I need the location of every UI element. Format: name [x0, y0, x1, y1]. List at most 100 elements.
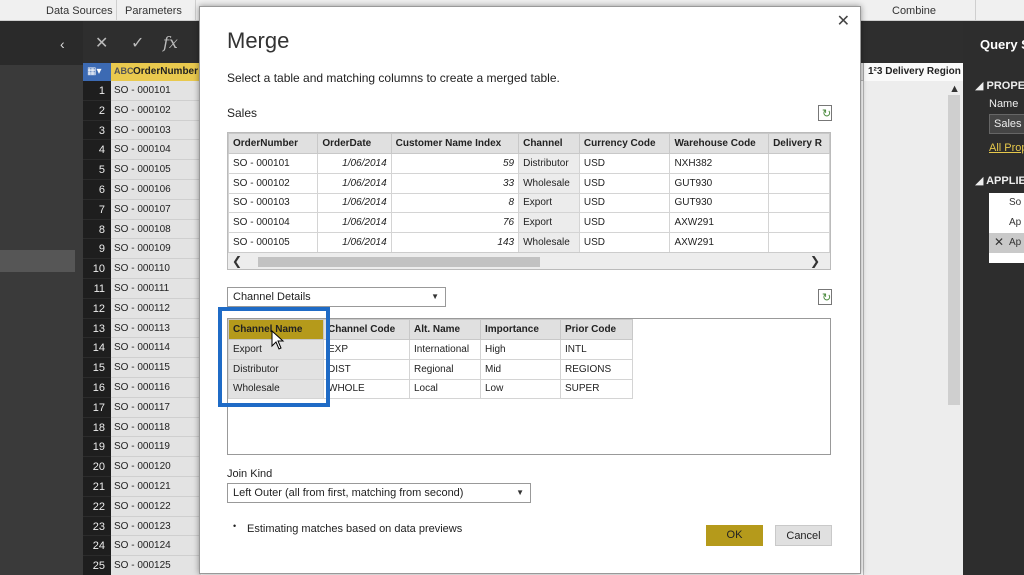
grid-cell[interactable]: SO - 000117: [111, 397, 201, 418]
table-cell: USD: [578, 232, 671, 253]
table-cell: 1/06/2014: [317, 172, 392, 194]
table-row: SO - 000103 1/06/2014 8 Export USD GUT930: [228, 192, 830, 214]
preview-column-header[interactable]: Warehouse Code: [669, 133, 770, 154]
ok-button[interactable]: OK: [706, 525, 763, 546]
table-cell: USD: [578, 172, 671, 194]
scroll-right-icon[interactable]: ❯: [810, 254, 820, 268]
grid-cell[interactable]: SO - 000110: [111, 259, 201, 279]
fx-icon[interactable]: fx: [163, 33, 178, 52]
table-cell: International: [409, 339, 481, 360]
preview-column-header[interactable]: Currency Code: [578, 133, 671, 154]
grid-cell[interactable]: SO - 000124: [111, 536, 201, 557]
preview-column-header[interactable]: Channel: [518, 133, 580, 154]
grid-cell[interactable]: SO - 000115: [111, 358, 201, 378]
info-bullet-icon: •: [233, 521, 237, 531]
table-cell: [768, 172, 830, 194]
second-table-select[interactable]: Channel Details ▼: [227, 287, 446, 307]
grid-cell[interactable]: SO - 000119: [111, 437, 201, 458]
properties-heading: ◢ PROPE: [975, 80, 1024, 92]
cancel-formula-icon[interactable]: ✕: [95, 33, 108, 53]
grid-cell[interactable]: SO - 000106: [111, 179, 201, 200]
preview-column-header[interactable]: Customer Name Index: [390, 133, 520, 154]
step-item[interactable]: So: [989, 193, 1024, 213]
preview-column-header[interactable]: Importance: [480, 319, 561, 340]
data-sources-group[interactable]: Data Sources: [46, 5, 113, 17]
query-name-input[interactable]: Sales: [989, 114, 1024, 134]
grid-cell[interactable]: SO - 000101: [111, 81, 201, 101]
grid-cell[interactable]: SO - 000102: [111, 100, 201, 121]
ribbon-separator: [195, 0, 196, 21]
grid-cell[interactable]: SO - 000103: [111, 120, 201, 141]
scrollbar-thumb[interactable]: [258, 257, 540, 267]
commit-formula-icon[interactable]: ✓: [131, 33, 144, 53]
delete-step-icon[interactable]: ✕: [994, 235, 1004, 249]
grid-cell[interactable]: SO - 000112: [111, 298, 201, 319]
selected-query[interactable]: [0, 250, 75, 272]
scroll-left-icon[interactable]: ❮: [232, 254, 242, 268]
grid-cell[interactable]: SO - 000122: [111, 496, 201, 517]
name-label: Name: [989, 98, 1019, 110]
preview-column-header[interactable]: Prior Code: [560, 319, 633, 340]
grid-cell[interactable]: SO - 000107: [111, 199, 201, 220]
grid-cell[interactable]: SO - 000105: [111, 160, 201, 180]
row-number: 14: [83, 338, 111, 359]
grid-cell[interactable]: SO - 000111: [111, 278, 201, 299]
grid-cell[interactable]: SO - 000120: [111, 457, 201, 477]
ribbon-separator: [975, 0, 976, 21]
table-cell: SO - 000101: [228, 153, 319, 174]
collapse-chevron-icon[interactable]: ‹: [60, 36, 65, 52]
step-item-selected[interactable]: ✕ Ap: [989, 233, 1024, 253]
preview-column-header[interactable]: Alt. Name: [409, 319, 481, 340]
table-menu-icon[interactable]: ▦▾: [83, 63, 111, 81]
table-row: SO - 000105 1/06/2014 143 Wholesale USD AXW29…: [228, 232, 830, 253]
ordernumber-column: SO - 000101 SO - 000102 SO - 000103 SO - 00…: [111, 81, 201, 575]
join-kind-select[interactable]: Left Outer (all from first, matching fro…: [227, 483, 531, 503]
table-cell: [768, 153, 830, 174]
table-cell: 1/06/2014: [317, 212, 392, 234]
grid-cell[interactable]: SO - 000113: [111, 318, 201, 339]
table-cell: SO - 000104: [228, 212, 319, 234]
grid-cell[interactable]: SO - 000114: [111, 338, 201, 359]
query-settings-pane: Query S ◢ PROPE Name Sales All Prop ◢ AP…: [963, 21, 1024, 575]
step-item[interactable]: Ap: [989, 213, 1024, 233]
grid-cell[interactable]: SO - 000116: [111, 377, 201, 398]
first-table-label: Sales: [227, 106, 258, 120]
column-header-delivery-region[interactable]: 1²3 Delivery Region: [863, 63, 963, 81]
vertical-scrollbar[interactable]: [948, 95, 960, 405]
first-table-preview: OrderNumber OrderDate Customer Name Index C…: [227, 132, 831, 270]
grid-cell[interactable]: SO - 000118: [111, 417, 201, 438]
cancel-button[interactable]: Cancel: [775, 525, 832, 546]
grid-cell[interactable]: SO - 000104: [111, 140, 201, 161]
horizontal-scrollbar[interactable]: ❮ ❯: [228, 252, 830, 269]
grid-cell[interactable]: SO - 000109: [111, 239, 201, 260]
grid-right-area: ▲: [863, 81, 963, 575]
refresh-preview-icon[interactable]: [818, 105, 832, 121]
table-cell: Distributor: [518, 153, 580, 174]
number-type-icon: 1²3: [868, 66, 883, 77]
preview-column-header[interactable]: OrderNumber: [228, 133, 319, 154]
table-cell: SO - 000102: [228, 172, 319, 194]
table-cell: 1/06/2014: [317, 192, 392, 214]
applied-steps-list: So Ap ✕ Ap: [989, 193, 1024, 263]
combine-group[interactable]: Combine: [892, 5, 936, 17]
highlight-box: [218, 307, 330, 407]
grid-cell[interactable]: SO - 000108: [111, 219, 201, 240]
queries-pane: ‹: [0, 21, 83, 575]
queries-pane-header: [0, 21, 83, 65]
preview-column-header[interactable]: Delivery R: [768, 133, 830, 154]
text-type-icon: ABC: [114, 66, 134, 76]
all-properties-link[interactable]: All Prop: [989, 142, 1024, 154]
close-icon[interactable]: ✕: [837, 11, 850, 31]
column-header-ordernumber[interactable]: ABC OrderNumber: [111, 63, 201, 81]
scroll-up-icon[interactable]: ▲: [949, 83, 960, 95]
preview-column-header[interactable]: OrderDate: [317, 133, 392, 154]
table-cell: Export: [518, 192, 580, 214]
preview-column-header[interactable]: Channel Code: [323, 319, 410, 340]
grid-cell[interactable]: SO - 000125: [111, 556, 201, 575]
grid-cell[interactable]: SO - 000123: [111, 516, 201, 537]
parameters-group[interactable]: Parameters: [125, 5, 182, 17]
grid-cell[interactable]: SO - 000121: [111, 476, 201, 497]
row-number: 24: [83, 536, 111, 557]
ribbon-separator: [116, 0, 117, 21]
refresh-preview-icon[interactable]: [818, 289, 832, 305]
